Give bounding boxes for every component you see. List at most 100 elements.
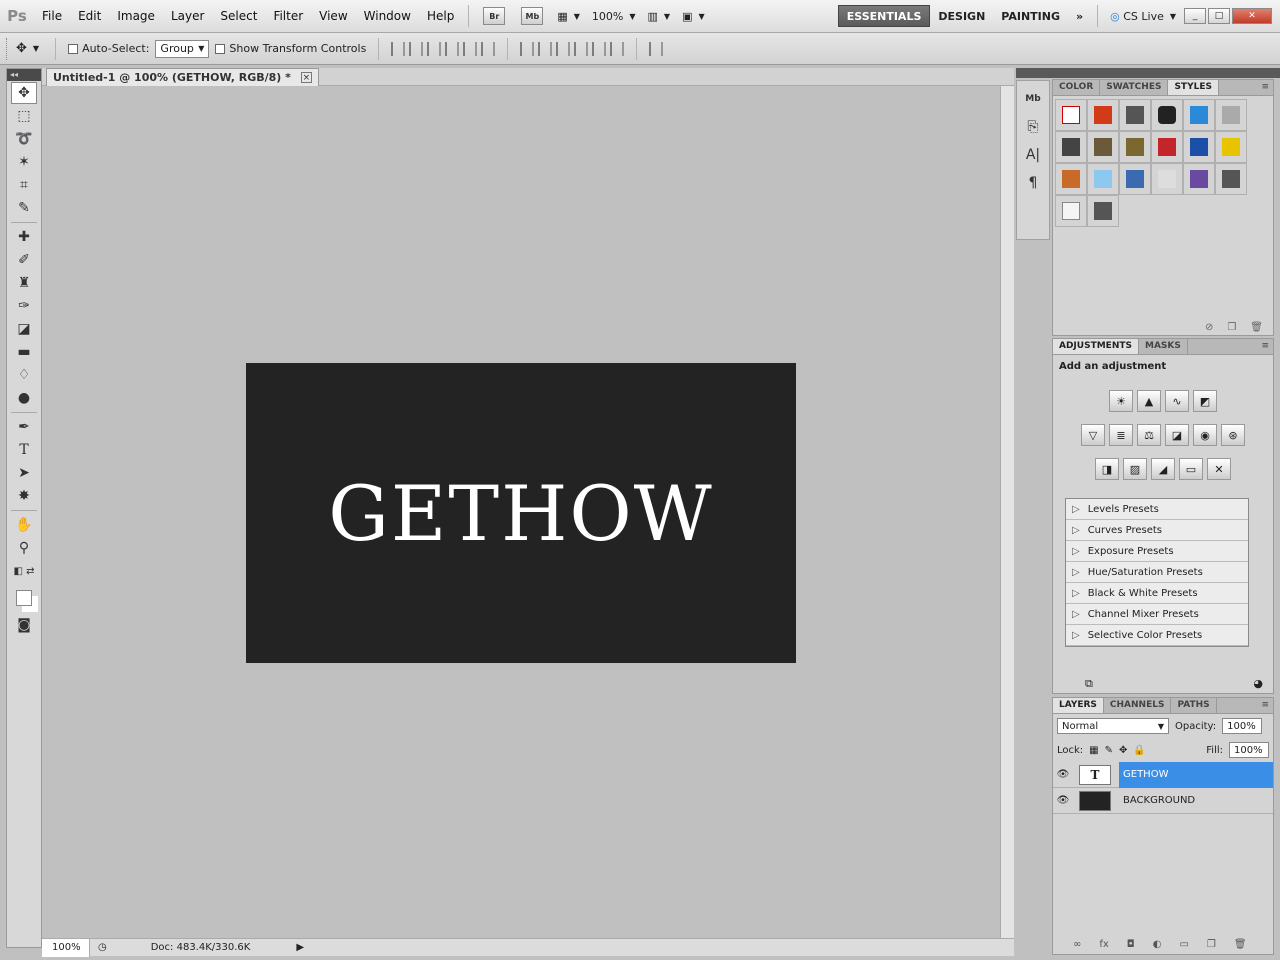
screen-mode-dropdown[interactable]: ▣ ▼ [682,10,705,23]
menu-select[interactable]: Select [212,0,265,33]
zoom-field[interactable]: 100% [42,938,90,957]
brightness-contrast-icon[interactable]: ☀ [1109,390,1133,412]
expanded-view-icon[interactable]: ⧉ [1085,677,1093,691]
distribute-bottom-icon[interactable] [556,41,571,56]
selective-color-icon[interactable]: ✕ [1207,458,1231,480]
style-swatch[interactable] [1055,163,1087,195]
minimize-button[interactable]: _ [1184,8,1206,24]
menu-window[interactable]: Window [356,0,419,33]
delete-layer-icon[interactable]: 🗑 [1234,939,1247,950]
history-panel-icon[interactable]: ⎘ [1021,117,1045,137]
canvas-area[interactable]: GETHOW [42,86,1000,938]
posterize-icon[interactable]: ▨ [1123,458,1147,480]
document-tab[interactable]: Untitled-1 @ 100% (GETHOW, RGB/8) * × [46,68,319,86]
menu-layer[interactable]: Layer [163,0,212,33]
auto-align-button[interactable] [649,41,664,56]
close-tab-icon[interactable]: × [300,72,312,83]
artboard[interactable]: GETHOW [246,363,796,663]
tab-swatches[interactable]: SWATCHES [1100,80,1169,95]
distribute-vcenter-icon[interactable] [538,41,553,56]
status-menu-arrow-icon[interactable]: ▶ [296,942,304,953]
menu-view[interactable]: View [311,0,355,33]
workspace-painting[interactable]: PAINTING [993,5,1068,27]
hue-saturation-icon[interactable]: ≣ [1109,424,1133,446]
vibrance-icon[interactable]: ▽ [1081,424,1105,446]
cs-live-dropdown[interactable]: ◎ CS Live ▼ [1110,10,1176,23]
preset-exposure[interactable]: ▷ Exposure Presets [1066,541,1248,562]
view-extras-dropdown[interactable]: ▦ ▼ [557,10,580,23]
distribute-right-icon[interactable] [610,41,625,56]
style-swatch[interactable] [1151,163,1183,195]
menu-help[interactable]: Help [419,0,462,33]
show-transform-checkbox[interactable]: Show Transform Controls [215,42,366,55]
style-swatch[interactable] [1183,163,1215,195]
tab-paths[interactable]: PATHS [1171,698,1217,713]
lasso-tool-icon[interactable]: ➰ [11,128,37,150]
curves-icon[interactable]: ∿ [1165,390,1189,412]
hand-tool-icon[interactable]: ✋ [11,514,37,536]
align-top-icon[interactable] [391,41,406,56]
minibridge-panel-icon[interactable]: Mb [1021,89,1045,109]
menu-file[interactable]: File [34,0,70,33]
panel-collapse-bar[interactable] [1016,68,1280,78]
new-style-icon[interactable]: ❐ [1227,322,1236,333]
blend-mode-dropdown[interactable]: Normal ▼ [1057,718,1169,734]
style-swatch[interactable] [1215,99,1247,131]
style-swatch[interactable] [1087,131,1119,163]
style-swatch[interactable] [1183,99,1215,131]
preset-curves[interactable]: ▷ Curves Presets [1066,520,1248,541]
layer-style-icon[interactable]: fx [1099,939,1108,950]
canvas-text-layer[interactable]: GETHOW [328,469,714,558]
style-swatch[interactable] [1151,99,1183,131]
eraser-icon[interactable]: ◪ [11,318,37,340]
panel-menu-icon[interactable]: ≡ [1261,82,1269,92]
levels-icon[interactable]: ▲ [1137,390,1161,412]
panel-menu-icon[interactable]: ≡ [1261,341,1269,351]
tool-preset-picker[interactable]: ✥ ▼ [16,41,39,56]
tab-color[interactable]: COLOR [1053,80,1101,95]
close-window-button[interactable]: ✕ [1232,8,1272,24]
clear-style-icon[interactable]: ⊘ [1205,322,1213,333]
align-right-icon[interactable] [481,41,496,56]
delete-style-icon[interactable]: 🗑 [1250,322,1263,333]
zoom-dropdown[interactable]: 100% ▼ [592,10,636,23]
layer-row[interactable]: 👁 T GETHOW [1053,761,1273,788]
style-swatch[interactable] [1215,163,1247,195]
bridge-button[interactable]: Br [483,7,506,25]
healing-brush-icon[interactable]: ✚ [11,226,37,248]
more-workspaces-button[interactable]: » [1068,5,1091,27]
zoom-tool-icon[interactable]: ⚲ [11,537,37,559]
preset-hue-saturation[interactable]: ▷ Hue/Saturation Presets [1066,562,1248,583]
character-panel-icon[interactable]: A| [1021,145,1045,165]
workspace-design[interactable]: DESIGN [930,5,993,27]
magic-wand-icon[interactable]: ✶ [11,151,37,173]
new-layer-icon[interactable]: ❐ [1207,939,1216,950]
menu-image[interactable]: Image [109,0,163,33]
fill-field[interactable]: 100% [1229,742,1269,758]
arrange-documents-dropdown[interactable]: ▥ ▼ [648,10,671,23]
black-white-icon[interactable]: ◪ [1165,424,1189,446]
grip-handle[interactable] [6,37,10,60]
style-swatch[interactable] [1183,131,1215,163]
pen-tool-icon[interactable]: ✒ [11,416,37,438]
tab-layers[interactable]: LAYERS [1053,698,1104,713]
style-swatch[interactable] [1087,195,1119,227]
tools-panel-header[interactable]: ◂◂ [7,69,41,81]
paragraph-panel-icon[interactable]: ¶ [1021,173,1045,193]
eyedropper-icon[interactable]: ✎ [11,197,37,219]
move-tool-icon[interactable]: ✥ [11,82,37,104]
add-mask-icon[interactable]: ◘ [1127,939,1135,950]
invert-icon[interactable]: ◨ [1095,458,1119,480]
path-selection-icon[interactable]: ➤ [11,462,37,484]
swap-colors-icon[interactable]: ◧ ⇄ [11,560,37,582]
workspace-essentials[interactable]: ESSENTIALS [837,5,931,27]
style-swatch[interactable] [1119,131,1151,163]
distribute-left-icon[interactable] [574,41,589,56]
distribute-hcenter-icon[interactable] [592,41,607,56]
channel-mixer-icon[interactable]: ⊛ [1221,424,1245,446]
new-group-icon[interactable]: ▭ [1179,939,1188,950]
opacity-field[interactable]: 100% [1222,718,1263,734]
link-layers-icon[interactable]: ∞ [1073,939,1081,950]
new-adjustment-icon[interactable]: ◐ [1153,939,1162,950]
menu-filter[interactable]: Filter [265,0,311,33]
